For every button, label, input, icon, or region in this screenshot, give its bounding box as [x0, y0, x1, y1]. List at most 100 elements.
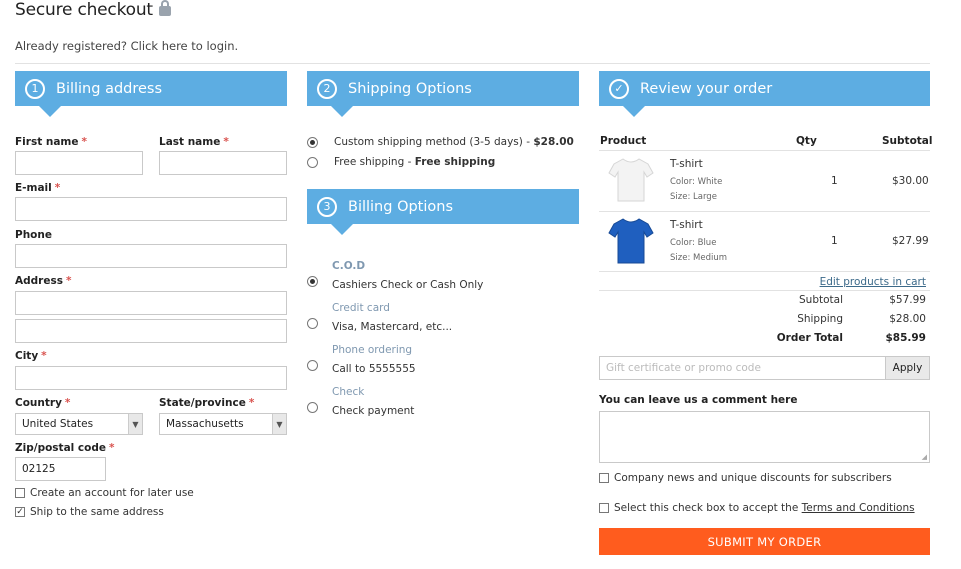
order-total-label: Order Total	[776, 332, 843, 344]
phone-field[interactable]	[15, 244, 287, 268]
edit-cart-link[interactable]: Edit products in cart	[820, 276, 926, 288]
item-size: Size: Large	[670, 192, 717, 202]
comment-textarea[interactable]: ◢	[599, 411, 930, 463]
subtotal-value: $57.99	[889, 294, 926, 306]
login-link[interactable]: Already registered? Click here to login.	[15, 39, 238, 53]
divider	[15, 63, 930, 64]
city-field[interactable]	[15, 366, 287, 390]
item-subtotal: $27.99	[892, 235, 929, 247]
chevron-down-icon[interactable]: ▼	[272, 414, 286, 434]
comment-label: You can leave us a comment here	[599, 394, 798, 406]
terms-label: Select this check box to accept the Term…	[614, 502, 915, 514]
last-name-label: Last name *	[159, 136, 229, 148]
payment-radio-cod[interactable]	[307, 276, 318, 287]
col-subtotal: Subtotal	[882, 135, 933, 147]
order-total-value: $85.99	[885, 332, 926, 344]
last-name-field[interactable]	[159, 151, 287, 175]
payment-radio-check[interactable]	[307, 402, 318, 413]
shipping-radio-free[interactable]	[307, 156, 318, 168]
payment-banner: 3 Billing Options	[307, 189, 579, 235]
payment-cod-text: Cashiers Check or Cash Only	[332, 279, 484, 291]
address-field[interactable]	[15, 291, 287, 315]
page-title-text: Secure checkout	[15, 0, 153, 20]
shipping-label: Shipping	[797, 313, 843, 325]
step-number-icon: 2	[317, 78, 337, 99]
tshirt-white-icon	[608, 158, 654, 202]
create-account-label: Create an account for later use	[30, 487, 194, 499]
divider	[599, 150, 930, 151]
shipping-option-free[interactable]: Free shipping - Free shipping	[307, 156, 495, 168]
submit-order-button[interactable]: SUBMIT MY ORDER	[599, 528, 930, 555]
shipping-banner: 2 Shipping Options	[307, 71, 579, 117]
item-subtotal: $30.00	[892, 175, 929, 187]
chevron-down-icon[interactable]: ▼	[128, 414, 142, 434]
shipping-option-custom[interactable]: Custom shipping method (3-5 days) - $28.…	[307, 136, 574, 148]
product-image	[606, 215, 656, 267]
address-label: Address *	[15, 275, 72, 287]
divider	[599, 211, 930, 212]
first-name-field[interactable]	[15, 151, 143, 175]
newsletter-checkbox[interactable]	[599, 473, 609, 483]
shipping-section: 2 Shipping Options	[307, 71, 579, 117]
terms-checkbox[interactable]	[599, 503, 609, 513]
checkmark-icon: ✓	[609, 78, 629, 99]
review-section: ✓ Review your order	[599, 71, 930, 117]
shipping-title: Shipping Options	[348, 80, 472, 97]
country-select[interactable]: United States ▼	[15, 413, 143, 435]
ship-same-label: Ship to the same address	[30, 506, 164, 518]
payment-radio-phone[interactable]	[307, 360, 318, 371]
create-account-option[interactable]: Create an account for later use	[15, 487, 194, 499]
country-value: United States	[22, 418, 94, 430]
zip-field[interactable]: 02125	[15, 457, 106, 481]
newsletter-label: Company news and unique discounts for su…	[614, 472, 892, 484]
tshirt-blue-icon	[608, 218, 654, 264]
terms-option[interactable]: Select this check box to accept the Term…	[599, 502, 915, 514]
review-banner: ✓ Review your order	[599, 71, 930, 117]
payment-phone-text: Call to 5555555	[332, 363, 416, 375]
shipping-free-price: Free shipping	[414, 156, 496, 168]
payment-radio-credit[interactable]	[307, 318, 318, 329]
shipping-custom-price: $28.00	[533, 136, 574, 148]
item-size: Size: Medium	[670, 253, 728, 263]
shipping-custom-label: Custom shipping method (3-5 days) -	[334, 136, 534, 148]
email-label: E-mail *	[15, 182, 61, 194]
billing-section: 1 Billing address	[15, 71, 287, 117]
payment-credit-text: Visa, Mastercard, etc...	[332, 321, 453, 333]
resize-handle-icon[interactable]: ◢	[922, 453, 927, 461]
shipping-radio-custom[interactable]	[307, 136, 318, 148]
step-number-icon: 3	[317, 196, 337, 217]
col-qty: Qty	[796, 135, 817, 147]
zip-label: Zip/postal code *	[15, 442, 115, 454]
payment-credit-title: Credit card	[332, 302, 390, 314]
ship-same-option[interactable]: ✓ Ship to the same address	[15, 506, 164, 518]
col-product: Product	[600, 135, 647, 147]
item-qty: 1	[831, 175, 838, 187]
state-value: Massachusetts	[166, 418, 244, 430]
item-name: T-shirt	[670, 219, 703, 231]
lock-icon	[158, 0, 171, 16]
state-label: State/province *	[159, 397, 255, 409]
divider	[599, 290, 930, 291]
divider	[599, 271, 930, 272]
page-title: Secure checkout	[15, 0, 171, 20]
terms-link[interactable]: Terms and Conditions	[802, 502, 915, 514]
state-select[interactable]: Massachusetts ▼	[159, 413, 287, 435]
ship-same-checkbox[interactable]: ✓	[15, 507, 25, 517]
product-image	[606, 155, 656, 205]
address-line2-field[interactable]	[15, 319, 287, 343]
email-field[interactable]	[15, 197, 287, 221]
apply-button[interactable]: Apply	[885, 356, 930, 380]
zip-value: 02125	[22, 463, 56, 475]
newsletter-option[interactable]: Company news and unique discounts for su…	[599, 472, 892, 484]
phone-label: Phone	[15, 229, 52, 241]
first-name-label: First name *	[15, 136, 87, 148]
payment-cod-title: C.O.D	[332, 260, 366, 272]
item-name: T-shirt	[670, 158, 703, 170]
payment-phone-title: Phone ordering	[332, 344, 413, 356]
review-title: Review your order	[640, 80, 773, 97]
city-label: City *	[15, 350, 47, 362]
country-label: Country *	[15, 397, 71, 409]
subtotal-label: Subtotal	[799, 294, 843, 306]
create-account-checkbox[interactable]	[15, 488, 25, 498]
promo-code-input[interactable]: Gift certificate or promo code	[599, 356, 886, 380]
